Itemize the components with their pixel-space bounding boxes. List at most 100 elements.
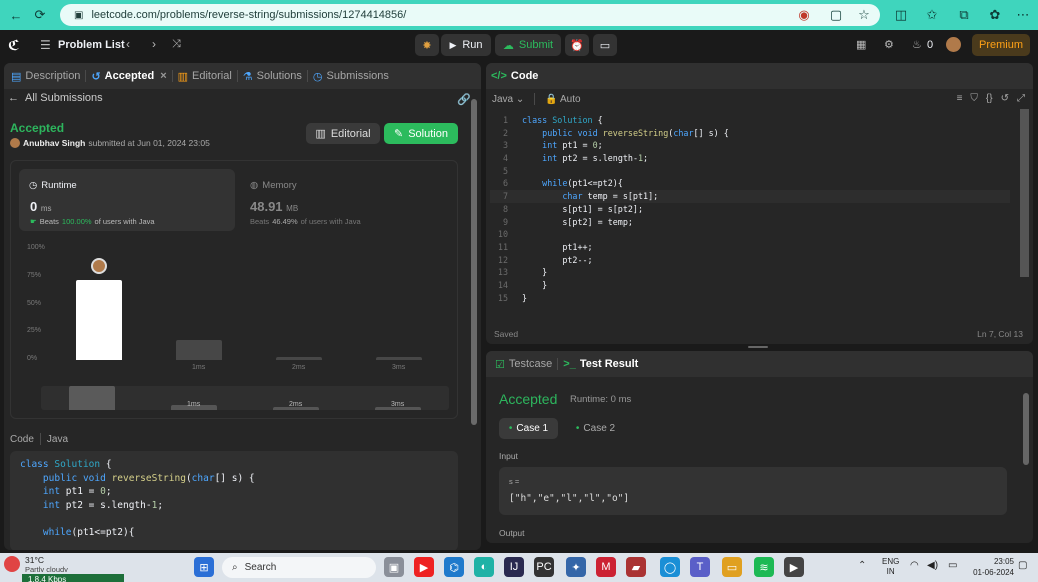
tab-testcase[interactable]: ☑ Testcase (490, 358, 557, 371)
braces-icon[interactable]: {} (986, 93, 993, 104)
collections-icon[interactable]: ⧉ (956, 7, 972, 23)
editorial-button[interactable]: ▥ Editorial (306, 123, 380, 144)
next-problem-icon[interactable]: › (152, 37, 156, 51)
taskbar-search[interactable]: ⌕ Search (222, 557, 376, 578)
intellij-icon[interactable]: IJ (504, 557, 524, 577)
chart-bar[interactable] (376, 357, 422, 360)
status-dot-icon: • (508, 423, 513, 434)
scrollbar[interactable] (471, 99, 477, 425)
streak-fire-icon[interactable]: ♨ (912, 38, 922, 51)
language-indicator[interactable]: ENG IN (882, 557, 899, 577)
runtime-beats: ☛ Beats 100.00% of users with Java (30, 217, 155, 226)
spotify-icon[interactable]: ≋ (754, 557, 774, 577)
code-line: 15} (497, 292, 528, 303)
format-icon[interactable]: ≡ (957, 93, 963, 104)
mcafee-icon[interactable]: M (596, 557, 616, 577)
close-tab-icon[interactable]: × (160, 70, 166, 82)
submit-button[interactable]: ☁ Submit (495, 34, 561, 56)
auto-mode-toggle[interactable]: 🔒 Auto (545, 94, 580, 105)
shield-icon[interactable]: ◉ (796, 7, 812, 23)
editor-scrollbar[interactable] (1020, 109, 1029, 277)
edge-browser-icon[interactable]: ◐ (474, 557, 494, 577)
stats-card: ◷ Runtime 0 ms ☛ Beats 100.00% of users w… (10, 160, 458, 419)
media-icon[interactable]: ▰ (626, 557, 646, 577)
resize-handle[interactable] (748, 346, 768, 348)
clock[interactable]: 23:05 01-06-2024 (966, 556, 1014, 578)
debug-button[interactable]: ✸ (415, 34, 439, 56)
favorites-icon[interactable]: ✩ (924, 7, 940, 23)
tab-description[interactable]: ▤ Description (6, 70, 85, 83)
history-icon: ↺ (91, 70, 101, 83)
volume-icon[interactable]: ◀) (927, 560, 938, 571)
compass-icon[interactable]: ✦ (566, 557, 586, 577)
tray-chevron-icon[interactable]: ⌃ (858, 560, 866, 571)
memory-chip-icon: ◍ (250, 180, 259, 191)
premium-button[interactable]: Premium (972, 34, 1030, 56)
prev-problem-icon[interactable]: ‹ (126, 37, 130, 51)
result-scrollbar[interactable] (1023, 393, 1029, 465)
media-player-icon[interactable]: ▶ (784, 557, 804, 577)
runtime-box[interactable]: ◷ Runtime 0 ms ☛ Beats 100.00% of users w… (19, 169, 235, 231)
code-line: 1 class Solution { (502, 115, 603, 125)
favorite-star-icon[interactable]: ☆ (856, 7, 872, 23)
code-line: 10 (497, 229, 508, 240)
windows-start-icon[interactable]: ⊞ (194, 557, 214, 577)
memory-box[interactable]: ◍ Memory 48.91 MB Beats 46.49% of users w… (247, 169, 447, 231)
case-2-button[interactable]: • Case 2 (566, 418, 625, 439)
wifi-icon[interactable]: ◠ (910, 560, 919, 571)
user-avatar[interactable] (946, 37, 961, 52)
user-name[interactable]: Anubhav Singh (23, 138, 85, 148)
flask-icon: ⚗ (242, 70, 253, 83)
cortana-icon[interactable]: ◯ (660, 557, 680, 577)
submitted-time: submitted at Jun 01, 2024 23:05 (88, 138, 210, 148)
file-explorer-icon[interactable]: ▭ (722, 557, 742, 577)
shuffle-icon[interactable]: ⤨ (172, 38, 181, 51)
extensions-icon[interactable]: ✿ (987, 7, 1003, 23)
chart-bar[interactable] (176, 340, 222, 360)
editor-toolbar: Java ⌄ 🔒 Auto (492, 93, 581, 105)
code-editor[interactable]: 1 class Solution { 2 public void reverseS… (490, 114, 1010, 304)
weather-icon[interactable] (4, 556, 20, 572)
leetcode-header: ℭ ☰ Problem List ‹ › ⤨ ✸ ▶ Run ☁ Submit … (0, 30, 1038, 60)
bookmark-icon[interactable]: ⛉ (970, 93, 978, 104)
y-tick-label: 75% (27, 271, 42, 279)
notifications-icon[interactable]: ▢ (1018, 560, 1027, 571)
language-select[interactable]: Java ⌄ (492, 94, 524, 105)
site-info-icon[interactable]: ▣ (74, 10, 83, 21)
leetcode-logo-icon[interactable]: ℭ (8, 37, 22, 53)
tab-accepted[interactable]: ↺ Accepted × (86, 70, 171, 83)
tab-submissions[interactable]: ◷ Submissions (308, 70, 394, 83)
settings-gear-icon[interactable]: ⚙ (884, 38, 894, 51)
tab-code[interactable]: </> Code (486, 70, 543, 82)
battery-icon[interactable]: ▭ (948, 560, 957, 571)
case-1-button[interactable]: • Case 1 (499, 418, 558, 439)
teams-icon[interactable]: T (690, 557, 710, 577)
more-icon[interactable]: ⋯ (1015, 7, 1031, 23)
chart-bar[interactable] (76, 280, 122, 360)
reload-icon[interactable]: ⟳ (32, 7, 48, 23)
vscode-icon[interactable]: ⌬ (444, 557, 464, 577)
tab-editorial[interactable]: ▥ Editorial (173, 70, 237, 83)
layout-icon[interactable]: ▦ (856, 38, 866, 51)
fullscreen-icon[interactable]: ⤢ (1017, 93, 1025, 104)
pycharm-icon[interactable]: PC (534, 557, 554, 577)
task-view-icon[interactable]: ▣ (384, 557, 404, 577)
output-label: Output (499, 528, 525, 538)
all-submissions-link[interactable]: ← All Submissions (8, 92, 103, 104)
address-bar[interactable]: ▣ leetcode.com/problems/reverse-string/s… (60, 4, 880, 26)
notes-button[interactable]: ▭ (593, 34, 617, 56)
solution-button[interactable]: ✎ Solution (384, 123, 458, 144)
back-arrow-icon[interactable]: ← (8, 7, 24, 23)
timer-button[interactable]: ⏰ (565, 34, 589, 56)
reset-icon[interactable]: ↺ (1001, 93, 1009, 104)
problem-list-link[interactable]: Problem List (58, 39, 125, 51)
run-button[interactable]: ▶ Run (441, 34, 491, 56)
tab-icon[interactable]: ▢ (828, 7, 844, 23)
range-slider[interactable]: 1ms 2ms 3ms (41, 386, 449, 410)
share-link-icon[interactable]: 🔗 (457, 93, 471, 106)
chart-bar[interactable] (276, 356, 322, 360)
tab-solutions[interactable]: ⚗ Solutions (238, 70, 307, 83)
youtube-icon[interactable]: ▶ (414, 557, 434, 577)
split-view-icon[interactable]: ◫ (893, 7, 909, 23)
tab-test-result[interactable]: >_ Test Result (558, 358, 643, 370)
